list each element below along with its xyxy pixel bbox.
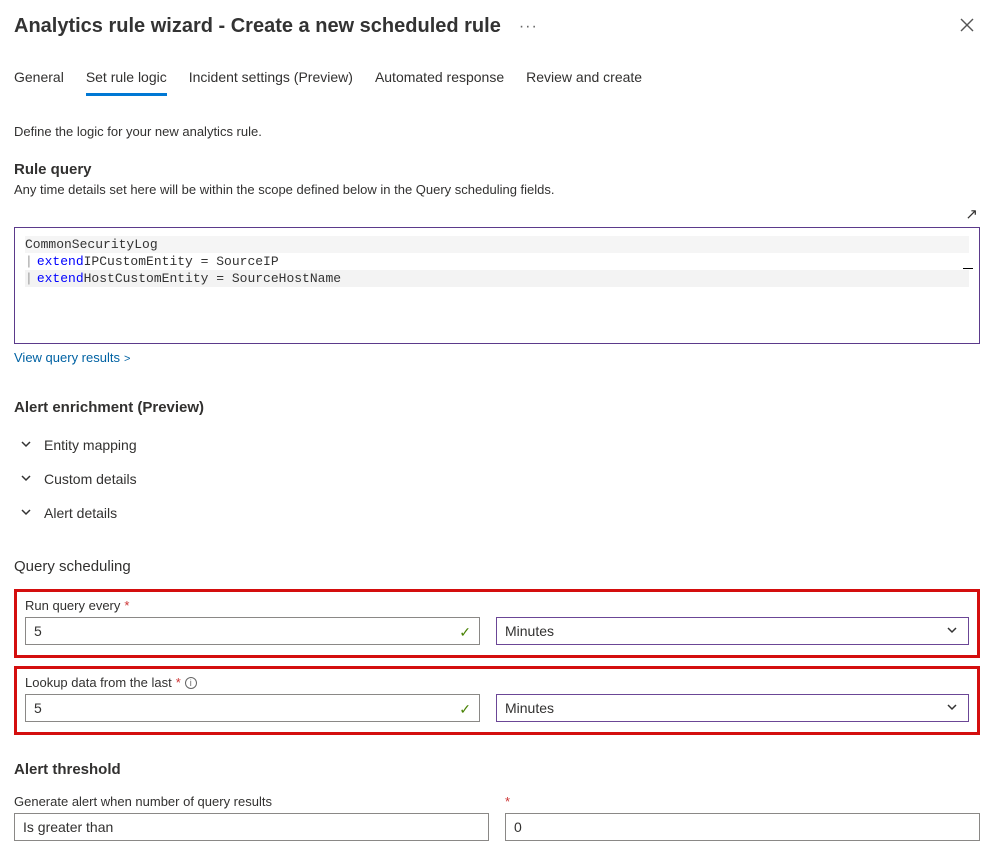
- lookup-data-label: Lookup data from the last * i: [25, 675, 969, 690]
- alert-threshold-label: Generate alert when number of query resu…: [14, 794, 489, 809]
- check-icon: ✓: [459, 624, 471, 641]
- query-scheduling-heading: Query scheduling: [14, 558, 980, 575]
- close-icon: [960, 18, 974, 32]
- query-line-3-keyword: extend: [37, 270, 84, 287]
- query-line-3-rest: HostCustomEntity = SourceHostName: [84, 270, 341, 287]
- panel-header: Analytics rule wizard - Create a new sch…: [14, 12, 980, 41]
- query-line-2-rest: IPCustomEntity = SourceIP: [84, 253, 279, 270]
- lookup-data-input[interactable]: [26, 695, 479, 721]
- lookup-data-block: Lookup data from the last * i ✓ Minutes: [14, 666, 980, 735]
- rule-query-editor[interactable]: CommonSecurityLog | extend IPCustomEntit…: [14, 227, 980, 344]
- run-query-every-block: Run query every * ✓ Minutes: [14, 589, 980, 658]
- run-query-every-input[interactable]: [26, 618, 479, 644]
- lookup-data-unit-select[interactable]: Minutes: [496, 694, 969, 722]
- required-icon: *: [505, 794, 980, 809]
- run-query-every-unit-label: Minutes: [505, 623, 554, 639]
- expander-alert-details[interactable]: Alert details: [14, 496, 980, 530]
- chevron-right-icon: >: [124, 353, 130, 365]
- run-query-every-label: Run query every *: [25, 598, 969, 613]
- rule-query-subtext: Any time details set here will be within…: [14, 182, 980, 197]
- intro-text: Define the logic for your new analytics …: [14, 124, 980, 139]
- chevron-down-icon: [946, 623, 958, 639]
- query-line-1: CommonSecurityLog: [25, 236, 158, 253]
- wizard-tabs: General Set rule logic Incident settings…: [14, 63, 980, 96]
- close-button[interactable]: [954, 12, 980, 41]
- required-icon: *: [124, 598, 129, 613]
- query-line-2-keyword: extend: [37, 253, 84, 270]
- required-icon: *: [176, 675, 181, 690]
- expander-entity-mapping[interactable]: Entity mapping: [14, 428, 980, 462]
- header-more-button[interactable]: ···: [519, 18, 538, 36]
- check-icon: ✓: [459, 701, 471, 718]
- chevron-down-icon: [946, 700, 958, 716]
- alert-threshold-row: Generate alert when number of query resu…: [14, 794, 980, 841]
- tab-review-and-create[interactable]: Review and create: [526, 63, 642, 96]
- view-query-results-link[interactable]: View query results>: [14, 350, 980, 365]
- chevron-down-icon: [20, 505, 34, 521]
- cursor-marker-icon: [963, 268, 973, 269]
- lookup-data-unit-label: Minutes: [505, 700, 554, 716]
- chevron-down-icon: [20, 471, 34, 487]
- rule-query-heading: Rule query: [14, 161, 980, 178]
- alert-threshold-heading: Alert threshold: [14, 761, 980, 778]
- chevron-down-icon: [20, 437, 34, 453]
- alert-enrichment-heading: Alert enrichment (Preview): [14, 399, 980, 416]
- page-title: Analytics rule wizard - Create a new sch…: [14, 15, 501, 38]
- tab-incident-settings[interactable]: Incident settings (Preview): [189, 63, 353, 96]
- alert-details-label: Alert details: [44, 505, 117, 521]
- expander-custom-details[interactable]: Custom details: [14, 462, 980, 496]
- info-icon[interactable]: i: [185, 677, 197, 689]
- tab-automated-response[interactable]: Automated response: [375, 63, 504, 96]
- entity-mapping-label: Entity mapping: [44, 437, 137, 453]
- alert-threshold-value-input[interactable]: [514, 819, 969, 835]
- tab-set-rule-logic[interactable]: Set rule logic: [86, 63, 167, 96]
- expand-query-icon[interactable]: ↗: [965, 205, 978, 223]
- run-query-every-unit-select[interactable]: Minutes: [496, 617, 969, 645]
- analytics-rule-wizard-panel: Analytics rule wizard - Create a new sch…: [0, 0, 1002, 837]
- tab-body: Define the logic for your new analytics …: [14, 124, 980, 841]
- lookup-data-value[interactable]: ✓: [25, 694, 480, 722]
- tab-general[interactable]: General: [14, 63, 64, 96]
- alert-threshold-operator-value: Is greater than: [23, 819, 113, 835]
- custom-details-label: Custom details: [44, 471, 137, 487]
- run-query-every-value[interactable]: ✓: [25, 617, 480, 645]
